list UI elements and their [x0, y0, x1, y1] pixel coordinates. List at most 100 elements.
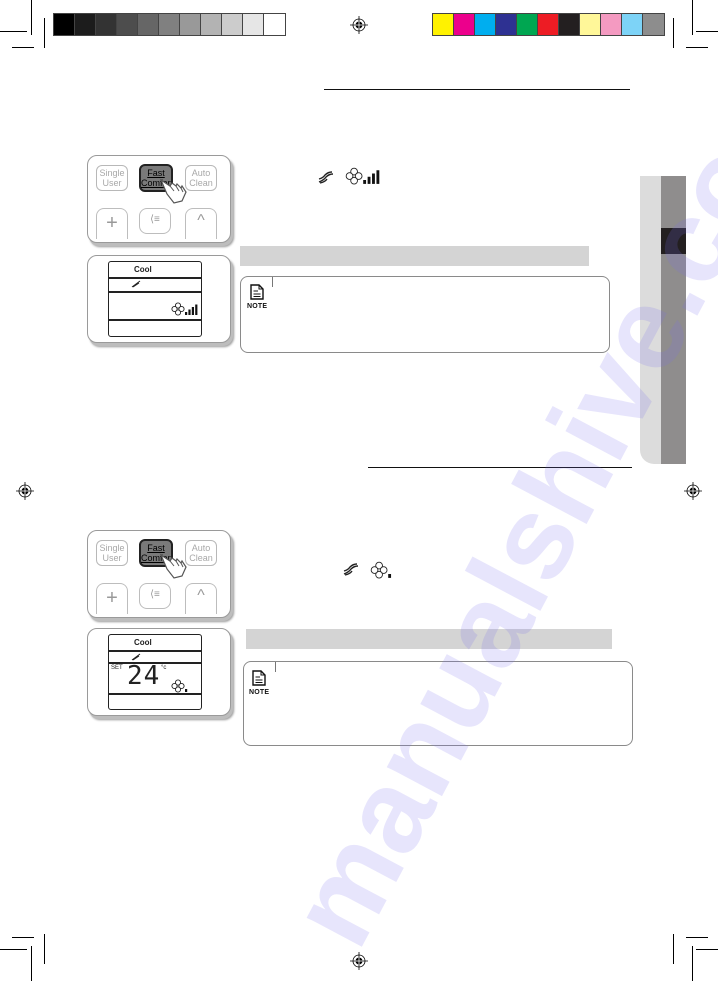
- lcd-divider: [109, 319, 201, 321]
- color-swatch: [433, 14, 454, 35]
- single-user-button[interactable]: Single User: [96, 165, 128, 191]
- plus-button[interactable]: +: [96, 208, 128, 239]
- up-button[interactable]: ^: [185, 583, 217, 614]
- wind-flow-icon: [131, 280, 141, 288]
- fan-low-speed-icon: [171, 679, 188, 693]
- single-user-button[interactable]: Single User: [96, 540, 128, 566]
- plus-icon: +: [106, 212, 118, 234]
- registration-mark-icon: [684, 482, 702, 500]
- note-label: NOTE: [249, 689, 270, 696]
- fan-level-bar: [372, 173, 375, 184]
- crop-mark: [0, 949, 27, 950]
- button-label: Auto: [191, 168, 211, 178]
- pointing-hand-icon: [159, 553, 187, 579]
- chevron-up-icon: ^: [197, 212, 205, 229]
- crop-mark: [692, 0, 693, 35]
- button-label: User: [102, 553, 122, 563]
- color-swatch: [96, 14, 117, 35]
- fan-level-bar: [367, 176, 371, 184]
- crop-mark: [44, 934, 45, 964]
- color-swatch: [264, 14, 285, 35]
- color-swatch: [117, 14, 138, 35]
- crop-mark: [0, 31, 27, 32]
- lcd-divider: [109, 650, 201, 652]
- crop-mark: [696, 31, 718, 32]
- registration-mark-icon: [350, 16, 368, 34]
- fan-blade-icon: [370, 561, 388, 579]
- registration-mark-icon: [16, 482, 34, 500]
- temperature-readout: 24: [127, 661, 161, 691]
- pointing-hand-icon: [159, 178, 187, 204]
- fan-blade-icon: [171, 679, 185, 693]
- color-swatch: [243, 14, 264, 35]
- lcd-screen: Cool SET 24 °c: [108, 634, 202, 710]
- registration-mark-icon: [350, 952, 368, 970]
- color-swatch: [222, 14, 243, 35]
- color-swatch: [580, 14, 601, 35]
- lcd-screen: Cool: [108, 261, 202, 337]
- chapter-tab-active-marker: [661, 228, 686, 254]
- crop-mark: [12, 937, 34, 938]
- fan-high-speed-icon: [171, 302, 198, 316]
- color-swatch: [622, 14, 643, 35]
- color-swatch: [517, 14, 538, 35]
- color-swatch: [180, 14, 201, 35]
- section-subheading-bar: [246, 629, 612, 649]
- fan-blade-icon: [171, 302, 185, 316]
- color-swatch: [538, 14, 559, 35]
- wind-flow-icon: [343, 563, 359, 576]
- color-swatch: [475, 14, 496, 35]
- note-label: NOTE: [247, 303, 268, 310]
- crop-mark: [31, 946, 32, 981]
- airflow-button[interactable]: ⟨≡: [139, 583, 171, 609]
- section-heading-rule: [324, 89, 630, 90]
- auto-clean-button[interactable]: Auto Clean: [185, 165, 217, 191]
- color-swatch: [201, 14, 222, 35]
- auto-clean-button[interactable]: Auto Clean: [185, 540, 217, 566]
- fan-level-bar: [185, 689, 188, 692]
- button-label: Clean: [189, 178, 213, 188]
- color-swatch: [601, 14, 622, 35]
- fan-level-bar: [188, 309, 191, 315]
- lcd-divider: [109, 291, 201, 293]
- plus-icon: +: [106, 587, 118, 609]
- crop-mark: [686, 47, 708, 48]
- plus-button[interactable]: +: [96, 583, 128, 614]
- temperature-unit: °c: [161, 665, 167, 671]
- crop-mark: [44, 18, 45, 48]
- color-calibration-bar: [432, 13, 665, 36]
- crop-mark: [696, 949, 718, 950]
- color-swatch: [454, 14, 475, 35]
- remote-display-panel: Cool SET 24 °c: [87, 628, 231, 716]
- color-swatch: [138, 14, 159, 35]
- lcd-divider: [109, 693, 201, 695]
- note-divider: [272, 277, 273, 287]
- remote-control-panel: Single User Fast Comfort Auto Clean + ⟨≡…: [87, 530, 231, 618]
- color-swatch: [643, 14, 664, 35]
- color-swatch: [54, 14, 75, 35]
- up-button[interactable]: ^: [185, 208, 217, 239]
- fan-level-bar: [185, 312, 188, 315]
- note-divider: [275, 662, 276, 672]
- lcd-divider: [109, 277, 201, 279]
- note-box: NOTE: [243, 661, 633, 746]
- wind-flow-icon: [131, 653, 141, 661]
- section-heading-rule: [368, 467, 632, 468]
- fan-level-bar: [191, 307, 194, 315]
- fan-level-bar: [376, 170, 380, 184]
- fan-blade-icon: [345, 167, 363, 185]
- section-subheading-bar: [240, 246, 589, 266]
- fan-level-bar: [195, 304, 198, 315]
- mode-label: Cool: [134, 265, 152, 274]
- color-swatch: [159, 14, 180, 35]
- button-label: Auto: [191, 543, 211, 553]
- airflow-button[interactable]: ⟨≡: [139, 208, 171, 234]
- note-box: NOTE: [240, 276, 610, 353]
- color-swatch: [496, 14, 517, 35]
- button-label: User: [102, 178, 122, 188]
- crop-mark: [692, 946, 693, 981]
- wind-flow-icon: [318, 171, 334, 184]
- crop-mark: [686, 937, 708, 938]
- crop-mark: [31, 0, 32, 35]
- mode-label: Cool: [134, 638, 152, 647]
